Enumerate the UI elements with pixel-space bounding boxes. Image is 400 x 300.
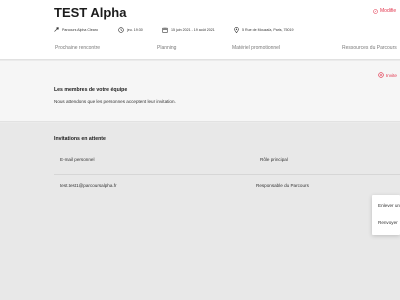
team-description: Nous attendons que les personnes accepte… — [54, 99, 176, 104]
tab-resources[interactable]: Ressources du Parcours — [342, 45, 397, 51]
meta-dates-text: 15 juin 2021 - 19 août 2021 — [171, 28, 215, 32]
column-header-role: Rôle principal — [260, 157, 288, 162]
tab-planning[interactable]: Planning — [157, 45, 176, 51]
meta-time-text: jeu. 19:30 — [127, 28, 143, 32]
meta-address-text: 5 Rue de Mouzaïa, Paris, 75019 — [242, 28, 294, 32]
invite-button[interactable]: Invite — [378, 72, 397, 78]
invitation-role: Responsable du Parcours — [256, 183, 309, 188]
clock-icon — [118, 27, 124, 33]
edit-button-label: Modifie — [380, 8, 397, 14]
pending-invitations-section: Invitations en attente E-mail personnel … — [0, 123, 400, 300]
invitation-email: test.test1@parcoursalpha.fr — [60, 183, 117, 188]
plus-circle-icon — [378, 72, 384, 78]
column-header-email: E-mail personnel — [60, 157, 95, 162]
meta-route: Parcours Alpha Clearo — [54, 27, 98, 32]
meta-address: 5 Rue de Mouzaïa, Paris, 75019 — [234, 27, 294, 33]
page-header: TEST Alpha Modifie Parcours Alpha Clearo… — [0, 0, 400, 60]
invite-button-label: Invite — [386, 72, 397, 78]
calendar-icon — [162, 27, 168, 33]
pending-title: Invitations en attente — [54, 136, 106, 142]
edit-button[interactable]: Modifie — [373, 8, 396, 14]
tab-bar: Prochaine rencontre Planning Matériel pr… — [0, 38, 400, 60]
team-title: Les membres de votre équipe — [54, 87, 128, 93]
table-divider — [54, 174, 400, 175]
edit-circle-icon — [373, 8, 378, 14]
row-context-menu: Enlever un Renvoyer — [372, 195, 400, 235]
tab-promo-material[interactable]: Matériel promotionnel — [232, 45, 280, 51]
page-title: TEST Alpha — [54, 5, 127, 20]
location-pin-icon — [234, 27, 239, 33]
meta-route-text: Parcours Alpha Clearo — [62, 27, 98, 32]
team-section: Invite Les membres de votre équipe Nous … — [0, 61, 400, 122]
hammer-icon — [54, 27, 59, 32]
meta-time: jeu. 19:30 — [118, 27, 143, 33]
menu-item-resend[interactable]: Renvoyer — [378, 220, 398, 225]
menu-item-remove[interactable]: Enlever un — [378, 203, 400, 208]
meta-dates: 15 juin 2021 - 19 août 2021 — [162, 27, 215, 33]
tab-next-meeting[interactable]: Prochaine rencontre — [55, 45, 100, 51]
